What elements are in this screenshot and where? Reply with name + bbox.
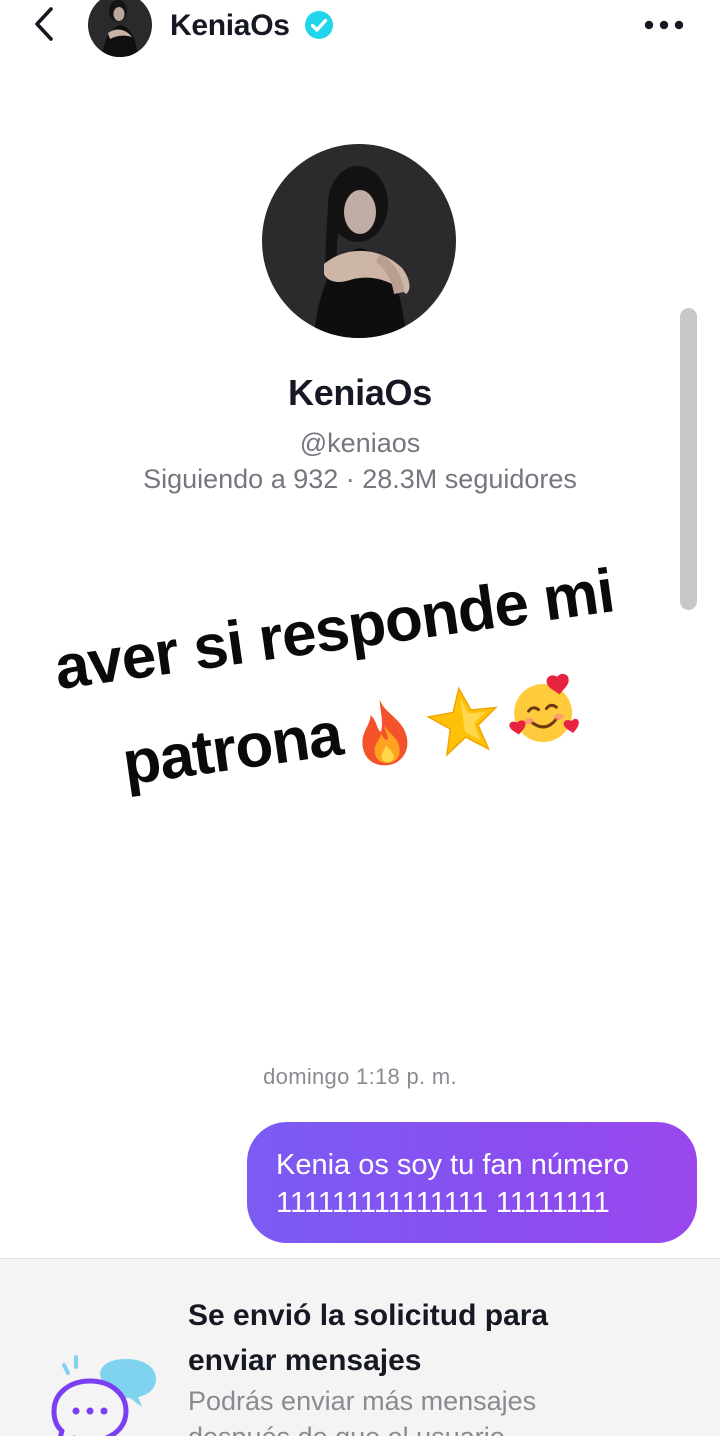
message-request-panel: Se envió la solicitud para enviar mensaj…	[0, 1258, 720, 1436]
chat-screen: KeniaOs KeniaOs @keniaos Siguiendo a 932…	[0, 0, 720, 1436]
more-options-icon	[644, 20, 684, 30]
message-request-icon	[51, 1355, 156, 1436]
profile-avatar[interactable]	[262, 144, 456, 338]
smiling-face-with-hearts-emoji-icon	[509, 673, 580, 742]
avatar-photo	[88, 0, 152, 57]
back-chevron-icon	[35, 7, 53, 41]
message-timestamp: domingo 1:18 p. m.	[263, 1064, 457, 1089]
message-text-line-1: Kenia os soy tu fan número	[276, 1149, 630, 1181]
star-emoji-icon	[426, 686, 499, 757]
request-title-line-2: enviar mensajes	[188, 1344, 422, 1377]
verified-badge-icon	[305, 11, 333, 39]
message-text-line-2: 111111111111111 11111111	[276, 1187, 610, 1219]
request-subtitle-line-2: después de que el usuario	[188, 1419, 688, 1436]
sent-message-bubble[interactable]: Kenia os soy tu fan número 1111111111111…	[247, 1122, 697, 1243]
profile-photo	[262, 144, 456, 338]
chat-header: KeniaOs	[0, 0, 720, 57]
request-sent-title: Se envió la solicitud para enviar mensaj…	[188, 1293, 688, 1383]
caption-word: patrona	[118, 699, 347, 799]
profile-stats: Siguiendo a 932 · 28.3M seguidores	[143, 464, 577, 494]
profile-handle: @keniaos	[299, 428, 421, 458]
request-subtitle-line-1: Podrás enviar más mensajes	[188, 1386, 537, 1416]
fire-emoji-icon	[362, 699, 408, 765]
header-username[interactable]: KeniaOs	[170, 7, 290, 45]
more-options-button[interactable]	[640, 8, 688, 42]
header-avatar[interactable]	[88, 0, 152, 57]
video-caption-overlay: aver si responde mi patrona	[48, 529, 711, 824]
request-title-line-1: Se envió la solicitud para	[188, 1299, 549, 1332]
request-sent-subtitle: Podrás enviar más mensajes después de qu…	[188, 1383, 688, 1436]
profile-name: KeniaOs	[288, 372, 432, 413]
back-button[interactable]	[26, 4, 62, 44]
